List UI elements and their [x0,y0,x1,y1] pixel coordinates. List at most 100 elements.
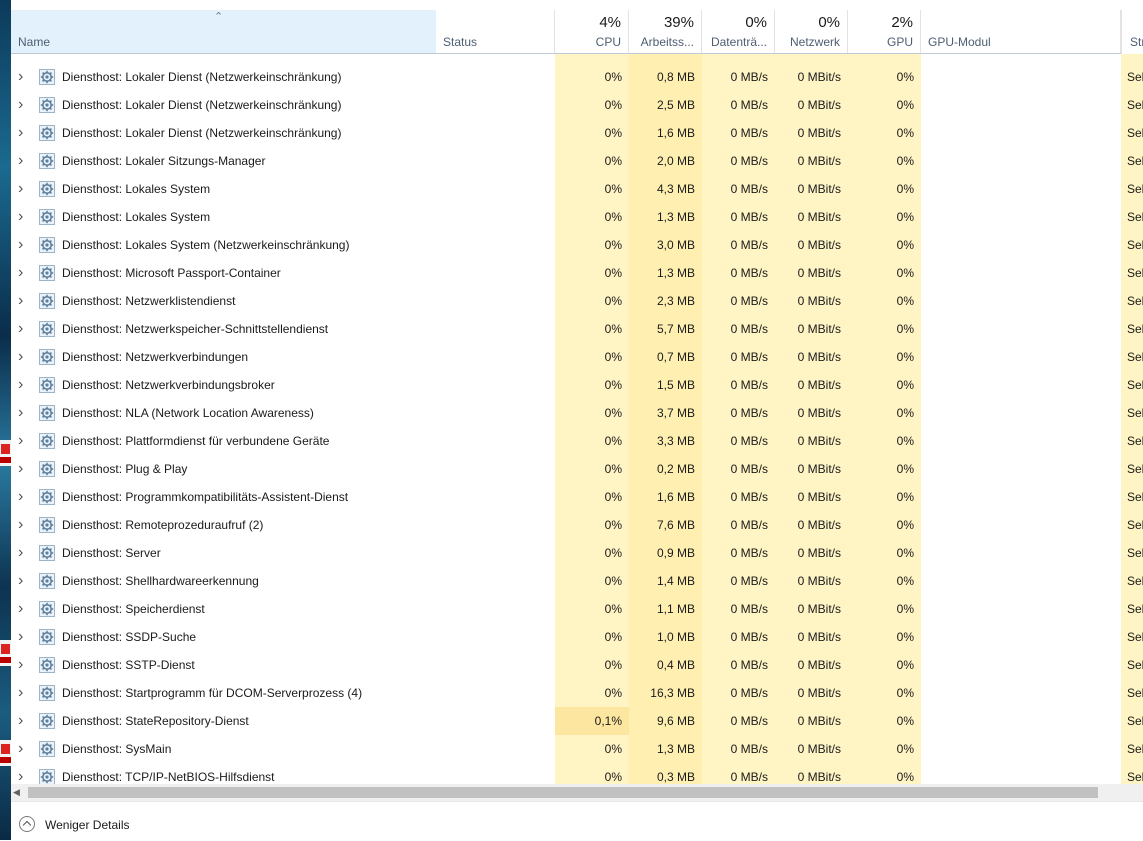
process-name: Diensthost: Lokaler Dienst (Netzwerkeins… [62,70,342,84]
table-row[interactable]: › Diensthost: Lokaler Dienst (Netzwerkein… [11,91,1143,119]
gpu-cell: 0% [896,210,914,224]
power-usage-cell: Seh [1127,770,1143,784]
fewer-details-button[interactable]: Weniger Details [45,818,129,832]
gpu-cell: 0% [896,770,914,784]
cpu-cell: 0% [604,574,622,588]
cpu-cell: 0% [604,98,622,112]
expand-chevron-icon[interactable]: › [18,601,28,617]
column-header-status[interactable]: Status [436,10,555,54]
power-usage-cell: Seh [1127,742,1143,756]
process-name: Diensthost: Netzwerkverbindungen [62,350,249,364]
expand-chevron-icon[interactable]: › [18,545,28,561]
table-row[interactable]: › Diensthost: Server 0% 0,9 MB 0 MB/s 0 MBit/… [11,539,1143,567]
disk-cell: 0 MB/s [730,518,768,532]
expand-chevron-icon[interactable]: › [18,349,28,365]
cpu-cell: 0% [604,126,622,140]
table-row[interactable]: › Diensthost: Shellhardwareerkennung 0% 1,4… [11,567,1143,595]
column-header-name[interactable]: ⌃ Name [11,10,436,54]
table-row[interactable]: › Diensthost: Lokaler Dienst (Netzwerkein… [11,63,1143,91]
table-row[interactable]: › Diensthost: Lokales System (Netzwerkein… [11,231,1143,259]
service-gear-icon [39,405,55,421]
scroll-left-arrow-icon[interactable]: ◀ [13,787,20,798]
table-row[interactable]: › Diensthost: StateRepository-Dienst 0,1% 9… [11,707,1143,735]
disk-cell: 0 MB/s [730,490,768,504]
table-row[interactable]: › Diensthost: Lokaler Sitzungs-Manager 0% 2… [11,147,1143,175]
table-row[interactable]: › Diensthost: Plattformdienst für verbund… [11,427,1143,455]
table-row[interactable]: › Diensthost: Lokaler Dienst (Netzwerkein… [11,119,1143,147]
expand-chevron-icon[interactable]: › [18,517,28,533]
column-header-disk[interactable]: 0% Datenträ... [702,10,775,54]
expand-chevron-icon[interactable]: › [18,489,28,505]
process-name: Diensthost: Shellhardwareerkennung [62,574,259,588]
process-name: Diensthost: Plug & Play [62,462,188,476]
table-row[interactable]: › Diensthost: Lokales System 0% 4,3 MB 0 MB/… [11,175,1143,203]
memory-cell: 7,6 MB [656,518,695,532]
expand-chevron-icon[interactable]: › [18,713,28,729]
power-usage-cell: Seh [1127,686,1143,700]
service-gear-icon [39,573,55,589]
memory-cell: 0,3 MB [656,770,695,784]
table-row[interactable]: › Diensthost: Lokales System 0% 1,3 MB 0 MB/… [11,203,1143,231]
table-row[interactable]: › Diensthost: Microsoft Passport-Containe… [11,259,1143,287]
table-row[interactable]: › Diensthost: Startprogramm für DCOM-Serv… [11,679,1143,707]
table-row[interactable]: › Diensthost: NLA (Network Location Aware… [11,399,1143,427]
expand-chevron-icon[interactable]: › [18,629,28,645]
expand-chevron-icon[interactable]: › [18,769,28,785]
chevron-up-circle-icon[interactable] [19,816,35,832]
power-usage-cell: Seh [1127,182,1143,196]
table-row[interactable]: › Diensthost: Netzwerkspeicher-Schnittste… [11,315,1143,343]
expand-chevron-icon[interactable]: › [18,125,28,141]
column-header-gpu[interactable]: 2% GPU [848,10,921,54]
memory-cell: 3,0 MB [656,238,695,252]
scrollbar-thumb[interactable] [28,787,1098,798]
expand-chevron-icon[interactable]: › [18,321,28,337]
gpu-cell: 0% [896,462,914,476]
service-gear-icon [39,181,55,197]
column-header-power[interactable]: Str [1121,10,1143,54]
expand-chevron-icon[interactable]: › [18,657,28,673]
column-header-cpu[interactable]: 4% CPU [555,10,629,54]
expand-chevron-icon[interactable]: › [18,69,28,85]
power-usage-cell: Seh [1127,630,1143,644]
process-name: Diensthost: Netzwerkspeicher-Schnittstel… [62,322,329,336]
cpu-cell: 0% [604,770,622,784]
expand-chevron-icon[interactable]: › [18,685,28,701]
table-row[interactable]: › Diensthost: Netzwerklistendienst 0% 2,3 M… [11,287,1143,315]
table-row[interactable]: › Diensthost: SSDP-Suche 0% 1,0 MB 0 MB/s 0 M… [11,623,1143,651]
expand-chevron-icon[interactable]: › [18,461,28,477]
table-row[interactable]: › Diensthost: SSTP-Dienst 0% 0,4 MB 0 MB/s 0 … [11,651,1143,679]
table-row[interactable]: › Diensthost: Netzwerkverbindungsbroker 0%… [11,371,1143,399]
table-row[interactable]: › Diensthost: Netzwerkverbindungen 0% 0,7 M… [11,343,1143,371]
column-header-network[interactable]: 0% Netzwerk [775,10,848,54]
process-name: Diensthost: Lokales System [62,182,211,196]
process-name: Diensthost: Netzwerkverbindungsbroker [62,378,275,392]
expand-chevron-icon[interactable]: › [18,209,28,225]
expand-chevron-icon[interactable]: › [18,433,28,449]
service-gear-icon [39,153,55,169]
expand-chevron-icon[interactable]: › [18,405,28,421]
table-row[interactable]: › Diensthost: Programmkompatibilitäts-Ass… [11,483,1143,511]
process-name: Diensthost: TCP/IP-NetBIOS-Hilfsdienst [62,770,275,784]
horizontal-scrollbar[interactable]: ◀ [11,784,1143,801]
expand-chevron-icon[interactable]: › [18,153,28,169]
table-row[interactable]: › Diensthost: Speicherdienst 0% 1,1 MB 0 MB/… [11,595,1143,623]
expand-chevron-icon[interactable]: › [18,741,28,757]
table-row[interactable]: › Diensthost: SysMain 0% 1,3 MB 0 MB/s 0 MBit… [11,735,1143,763]
expand-chevron-icon[interactable]: › [18,293,28,309]
expand-chevron-icon[interactable]: › [18,573,28,589]
expand-chevron-icon[interactable]: › [18,97,28,113]
expand-chevron-icon[interactable]: › [18,181,28,197]
table-row[interactable]: › Diensthost: Plug & Play 0% 0,2 MB 0 MB/s 0 … [11,455,1143,483]
disk-cell: 0 MB/s [730,238,768,252]
column-header-memory[interactable]: 39% Arbeitss... [629,10,702,54]
cpu-cell: 0% [604,658,622,672]
expand-chevron-icon[interactable]: › [18,237,28,253]
expand-chevron-icon[interactable]: › [18,265,28,281]
memory-cell: 1,0 MB [656,630,695,644]
expand-chevron-icon[interactable]: › [18,377,28,393]
cpu-total-percent: 4% [599,14,621,31]
memory-cell: 2,3 MB [656,294,695,308]
disk-cell: 0 MB/s [730,350,768,364]
table-row[interactable]: › Diensthost: Remoteprozeduraufruf (2) 0% 7… [11,511,1143,539]
column-header-gpu-engine[interactable]: GPU-Modul [921,10,1121,54]
